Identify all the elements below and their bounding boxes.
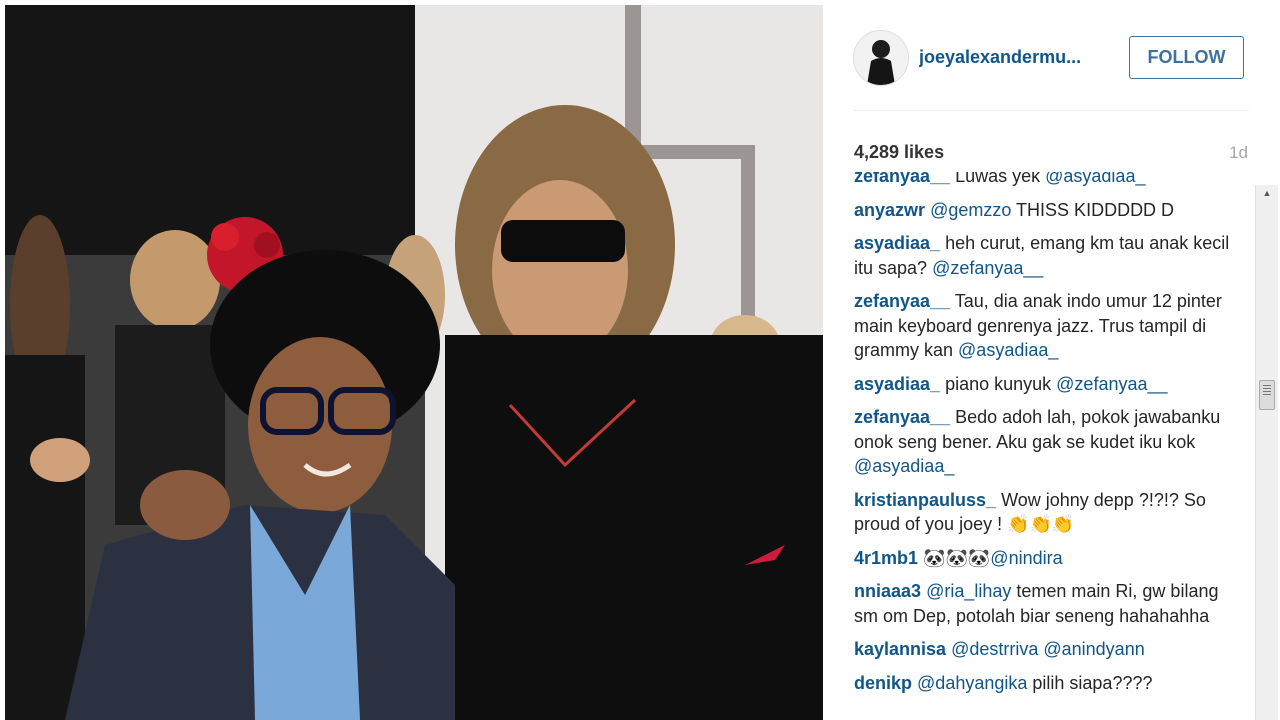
comments-list[interactable]: zefanyaa__ Luwas yek @asyadiaa_ anyazwr @… bbox=[854, 172, 1254, 720]
comment-mention-link[interactable]: @destrriva @anindyann bbox=[951, 639, 1145, 659]
comment-username-link[interactable]: denikp bbox=[854, 673, 912, 693]
comment-item: zefanyaa__ Bedo adoh lah, pokok jawabank… bbox=[854, 405, 1234, 479]
comment-mention-link[interactable]: @asyadiaa_ bbox=[854, 456, 954, 476]
post-header: joeyalexandermu... FOLLOW bbox=[853, 30, 1253, 90]
likes-count[interactable]: 4,289 likes bbox=[854, 142, 944, 163]
avatar-image bbox=[854, 31, 908, 85]
comment-username-link[interactable]: kaylannisa bbox=[854, 639, 946, 659]
comment-username-link[interactable]: asyadiaa_ bbox=[854, 233, 940, 253]
comment-item: 4r1mb1 🐼🐼🐼@nindira bbox=[854, 546, 1234, 571]
comment-mention-link[interactable]: @asyadiaa_ bbox=[1045, 172, 1145, 186]
comment-mention-link[interactable]: @zefanyaa__ bbox=[1056, 374, 1167, 394]
comment-item: asyadiaa_ piano kunyuk @zefanyaa__ bbox=[854, 372, 1234, 397]
comment-item: zefanyaa__ Luwas yek @asyadiaa_ bbox=[854, 172, 1234, 189]
comment-mention-link[interactable]: @ria_lihay bbox=[926, 581, 1011, 601]
post-photo bbox=[5, 5, 823, 720]
comment-text-tail: THISS KIDDDDD D bbox=[1011, 199, 1175, 220]
post-sidebar: joeyalexandermu... FOLLOW 4,289 likes 1d… bbox=[823, 0, 1280, 720]
comment-mention-link[interactable]: @dahyangika bbox=[917, 673, 1027, 693]
comment-item: kaylannisa @destrriva @anindyann bbox=[854, 637, 1234, 662]
username-link[interactable]: joeyalexandermu... bbox=[919, 47, 1099, 68]
comment-username-link[interactable]: zefanyaa__ bbox=[854, 407, 950, 427]
post-time: 1d bbox=[1229, 143, 1248, 162]
post-photo-image bbox=[5, 5, 823, 720]
comment-item: asyadiaa_ heh curut, emang km tau anak k… bbox=[854, 231, 1234, 280]
header-divider bbox=[853, 110, 1249, 111]
comment-username-link[interactable]: anyazwr bbox=[854, 200, 925, 220]
comment-mention-link[interactable]: @zefanyaa__ bbox=[932, 258, 1043, 278]
comment-mention-link[interactable]: @nindira bbox=[990, 548, 1062, 568]
comment-text: 🐼🐼🐼 bbox=[918, 547, 991, 568]
comment-item: zefanyaa__ Tau, dia anak indo umur 12 pi… bbox=[854, 289, 1234, 363]
comment-text: Luwas yek bbox=[950, 172, 1046, 186]
comments-scrollbar[interactable]: ▲ bbox=[1255, 185, 1278, 720]
comment-username-link[interactable]: zefanyaa__ bbox=[854, 291, 950, 311]
comment-mention-link[interactable]: @gemzzo bbox=[930, 200, 1011, 220]
comment-username-link[interactable]: 4r1mb1 bbox=[854, 548, 918, 568]
comment-text: piano kunyuk bbox=[940, 373, 1057, 394]
comment-username-link[interactable]: zefanyaa__ bbox=[854, 172, 950, 186]
comment-username-link[interactable]: kristianpauluss_ bbox=[854, 490, 996, 510]
comment-item: kristianpauluss_ Wow johny depp ?!?!? So… bbox=[854, 488, 1234, 537]
comment-username-link[interactable]: asyadiaa_ bbox=[854, 374, 940, 394]
comment-mention-link[interactable]: @asyadiaa_ bbox=[958, 340, 1058, 360]
comment-item: anyazwr @gemzzo THISS KIDDDDD D bbox=[854, 198, 1234, 223]
comment-item: nniaaa3 @ria_lihay temen main Ri, gw bil… bbox=[854, 579, 1234, 628]
comment-text-tail: pilih siapa???? bbox=[1027, 672, 1153, 693]
scroll-up-icon[interactable]: ▲ bbox=[1256, 185, 1278, 201]
follow-button[interactable]: FOLLOW bbox=[1129, 36, 1244, 79]
scrollbar-thumb[interactable] bbox=[1259, 380, 1275, 410]
avatar[interactable] bbox=[853, 30, 909, 86]
comment-item: denikp @dahyangika pilih siapa???? bbox=[854, 671, 1234, 696]
comment-username-link[interactable]: nniaaa3 bbox=[854, 581, 921, 601]
